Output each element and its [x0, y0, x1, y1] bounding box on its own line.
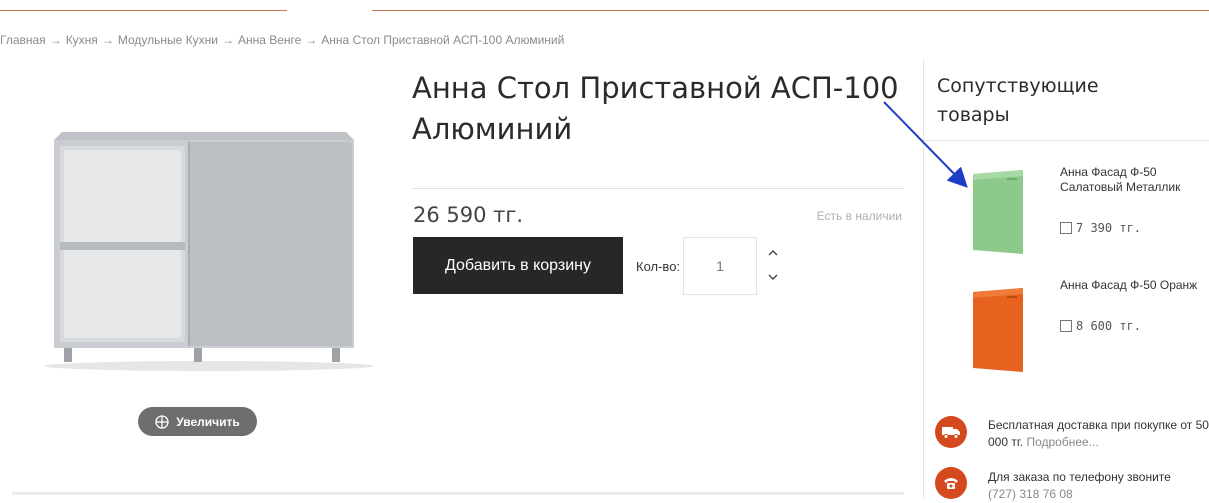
- phone-text: Для заказа по телефону звоните: [988, 470, 1171, 484]
- related-item-name[interactable]: Анна Фасад Ф-50 Оранж: [1060, 278, 1200, 293]
- breadcrumb: Главная → Кухня → Модульные Кухни → Анна Венге…: [0, 33, 564, 47]
- breadcrumb-item-modular[interactable]: Модульные Кухни: [118, 33, 218, 47]
- quantity-input[interactable]: [683, 237, 757, 295]
- related-item-image[interactable]: [969, 168, 1027, 256]
- related-item-checkbox[interactable]: [1060, 320, 1072, 332]
- zoom-plus-circle-icon: [155, 414, 169, 429]
- breadcrumb-item-collection[interactable]: Анна Венге: [238, 33, 301, 47]
- breadcrumb-item-current: Анна Стол Приставной АСП-100 Алюминий: [321, 33, 565, 47]
- header-rule-left: [0, 10, 287, 11]
- related-products-sidebar: Сопутствующие товары Анна Фасад Ф-50 Сал…: [923, 60, 1209, 501]
- breadcrumb-separator: →: [221, 33, 234, 47]
- title-divider: [412, 188, 904, 189]
- related-item-price[interactable]: 7 390 тг.: [1060, 221, 1141, 235]
- stock-status: Есть в наличии: [816, 209, 902, 223]
- product-price: 26 590 тг.: [413, 203, 524, 227]
- related-item-image[interactable]: [969, 286, 1027, 374]
- related-products-title: Сопутствующие товары: [937, 75, 1099, 126]
- delivery-info: Бесплатная доставка при покупке от 50 00…: [988, 417, 1209, 451]
- related-item-name[interactable]: Анна Фасад Ф-50 Салатовый Металлик: [1060, 165, 1200, 195]
- zoom-button-label: Увеличить: [176, 414, 240, 429]
- add-to-cart-button[interactable]: Добавить в корзину: [413, 237, 623, 294]
- related-item-price[interactable]: 8 600 тг.: [1060, 319, 1141, 333]
- sidebar-divider: [924, 140, 1209, 141]
- truck-icon: [935, 416, 967, 448]
- quantity-increase-button[interactable]: [768, 244, 778, 260]
- delivery-more-link[interactable]: Подробнее...: [1026, 435, 1098, 449]
- product-title: Анна Стол Приставной АСП-100 Алюминий: [412, 71, 899, 146]
- quantity-decrease-button[interactable]: [768, 268, 778, 284]
- quantity-label: Кол-во:: [636, 259, 681, 274]
- breadcrumb-item-kitchen[interactable]: Кухня: [66, 33, 98, 47]
- product-image-area[interactable]: [14, 60, 399, 405]
- zoom-button[interactable]: Увеличить: [138, 407, 257, 436]
- breadcrumb-separator: →: [101, 33, 114, 47]
- phone-info: Для заказа по телефону звоните (727) 318…: [988, 469, 1209, 503]
- chevron-up-icon: [768, 250, 778, 256]
- breadcrumb-separator: →: [49, 33, 62, 47]
- related-item-price-value: 8 600 тг.: [1076, 319, 1142, 333]
- breadcrumb-separator: →: [305, 33, 318, 47]
- breadcrumb-item-home[interactable]: Главная: [0, 33, 46, 47]
- related-item-price-value: 7 390 тг.: [1076, 221, 1142, 235]
- related-item-checkbox[interactable]: [1060, 222, 1072, 234]
- product-image[interactable]: [34, 128, 374, 373]
- phone-icon: [935, 467, 967, 499]
- content-bottom-border: [12, 492, 904, 495]
- chevron-down-icon: [768, 274, 778, 280]
- header-rule-right: [372, 10, 1209, 11]
